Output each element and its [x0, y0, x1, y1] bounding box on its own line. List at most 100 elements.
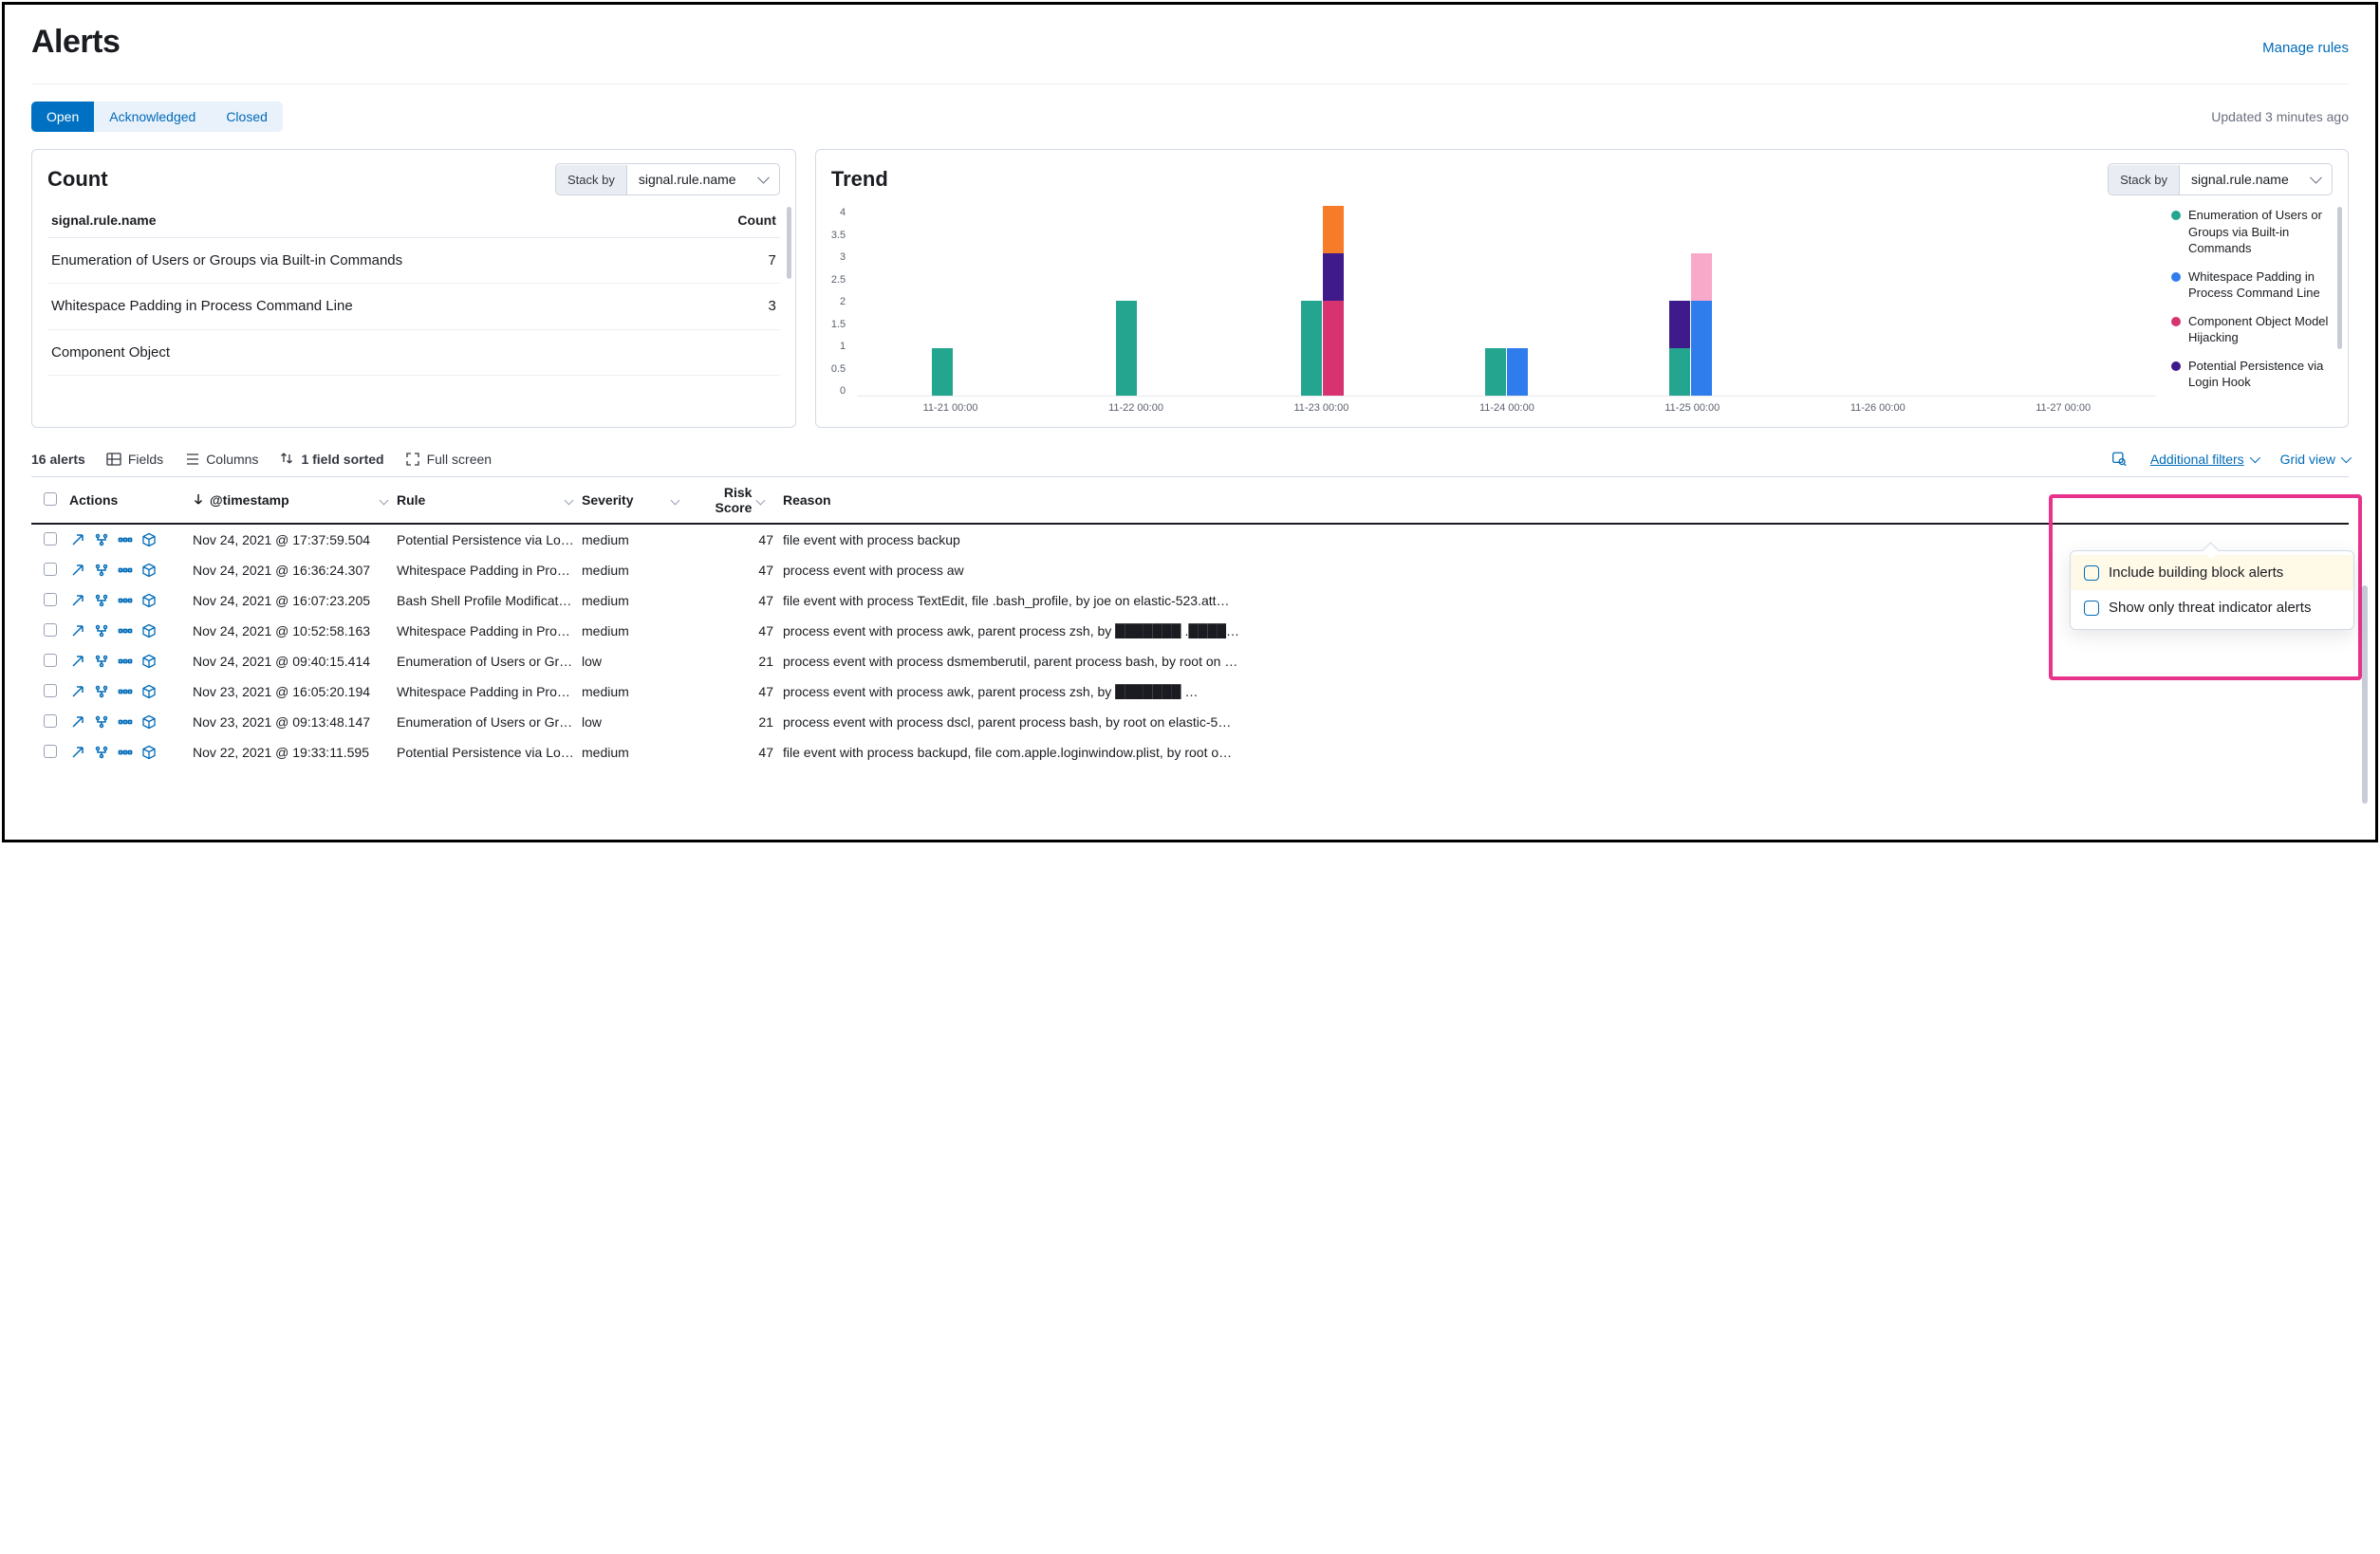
- count-col-count-header[interactable]: Count: [737, 213, 775, 228]
- inspect-icon[interactable]: [2111, 451, 2128, 467]
- cube-icon[interactable]: [140, 714, 157, 731]
- analyzer-icon[interactable]: [93, 593, 109, 609]
- popover-option-threat-indicator[interactable]: Show only threat indicator alerts: [2071, 590, 2353, 625]
- y-tick: 0.5: [831, 363, 846, 375]
- col-reason[interactable]: Reason: [783, 492, 831, 508]
- grid-view-button[interactable]: Grid view: [2280, 452, 2349, 467]
- analyzer-icon[interactable]: [93, 654, 109, 670]
- tab-acknowledged[interactable]: Acknowledged: [94, 102, 211, 132]
- legend-dot-icon: [2171, 317, 2181, 326]
- legend-dot-icon: [2171, 211, 2181, 220]
- tab-open[interactable]: Open: [31, 102, 94, 132]
- row-checkbox[interactable]: [44, 593, 57, 606]
- chevron-down-icon[interactable]: [671, 495, 680, 505]
- expand-icon[interactable]: [69, 654, 85, 670]
- expand-icon[interactable]: [69, 593, 85, 609]
- analyzer-icon[interactable]: [93, 563, 109, 579]
- count-col-name-header[interactable]: signal.rule.name: [51, 213, 156, 228]
- row-checkbox[interactable]: [44, 714, 57, 728]
- more-icon[interactable]: [117, 654, 133, 670]
- chevron-down-icon[interactable]: [565, 495, 574, 505]
- tab-closed[interactable]: Closed: [211, 102, 283, 132]
- expand-icon[interactable]: [69, 563, 85, 579]
- more-icon[interactable]: [117, 745, 133, 761]
- row-checkbox[interactable]: [44, 532, 57, 546]
- expand-icon[interactable]: [69, 623, 85, 639]
- expand-icon[interactable]: [69, 714, 85, 731]
- sorted-button[interactable]: 1 field sorted: [279, 451, 383, 467]
- more-icon[interactable]: [117, 593, 133, 609]
- legend-dot-icon: [2171, 361, 2181, 371]
- cell-rule: Enumeration of Users or Gr…: [397, 654, 582, 669]
- row-checkbox[interactable]: [44, 623, 57, 637]
- cell-timestamp: Nov 23, 2021 @ 09:13:48.147: [193, 714, 397, 730]
- row-checkbox[interactable]: [44, 563, 57, 576]
- x-tick: 11-25 00:00: [1664, 402, 1720, 414]
- bar-segment: [1669, 348, 1690, 396]
- cube-icon[interactable]: [140, 532, 157, 548]
- table-row: Nov 24, 2021 @ 10:52:58.163 Whitespace P…: [31, 616, 2349, 646]
- cell-severity: medium: [582, 623, 688, 638]
- table-row: Nov 24, 2021 @ 16:36:24.307 Whitespace P…: [31, 555, 2349, 585]
- count-stack-by-select[interactable]: Stack by signal.rule.name: [555, 163, 780, 195]
- grid-scrollbar[interactable]: [2362, 585, 2368, 804]
- chevron-down-icon: [2249, 452, 2259, 462]
- cube-icon[interactable]: [140, 623, 157, 639]
- count-scrollbar[interactable]: [787, 207, 791, 279]
- expand-icon[interactable]: [69, 745, 85, 761]
- fullscreen-button[interactable]: Full screen: [405, 451, 492, 467]
- row-checkbox[interactable]: [44, 654, 57, 667]
- checkbox-icon[interactable]: [2084, 601, 2099, 616]
- updated-text: Updated 3 minutes ago: [2211, 109, 2349, 124]
- page-title: Alerts: [31, 24, 120, 61]
- expand-icon[interactable]: [69, 532, 85, 548]
- more-icon[interactable]: [117, 684, 133, 700]
- col-timestamp[interactable]: @timestamp: [210, 492, 289, 508]
- checkbox-icon[interactable]: [2084, 565, 2099, 581]
- trend-legend: Enumeration of Users or Groups via Built…: [2171, 207, 2333, 414]
- columns-button[interactable]: Columns: [184, 451, 258, 467]
- legend-item[interactable]: Potential Persistence via Login Hook: [2171, 358, 2333, 391]
- cube-icon[interactable]: [140, 563, 157, 579]
- col-rule[interactable]: Rule: [397, 492, 425, 508]
- cube-icon[interactable]: [140, 684, 157, 700]
- chevron-down-icon[interactable]: [756, 495, 766, 505]
- trend-stack-by-select[interactable]: Stack by signal.rule.name: [2108, 163, 2333, 195]
- cube-icon[interactable]: [140, 654, 157, 670]
- expand-icon[interactable]: [69, 684, 85, 700]
- cube-icon[interactable]: [140, 593, 157, 609]
- legend-item[interactable]: Component Object Model Hijacking: [2171, 313, 2333, 346]
- additional-filters-button[interactable]: Additional filters: [2150, 452, 2258, 467]
- legend-scrollbar[interactable]: [2337, 207, 2342, 349]
- chevron-down-icon[interactable]: [380, 495, 389, 505]
- more-icon[interactable]: [117, 532, 133, 548]
- bar-segment: [1323, 253, 1344, 301]
- more-icon[interactable]: [117, 714, 133, 731]
- columns-icon: [184, 451, 200, 467]
- legend-item[interactable]: Whitespace Padding in Process Command Li…: [2171, 268, 2333, 302]
- popover-option-building-block[interactable]: Include building block alerts: [2071, 555, 2353, 590]
- analyzer-icon[interactable]: [93, 684, 109, 700]
- analyzer-icon[interactable]: [93, 623, 109, 639]
- trend-panel: Trend Stack by signal.rule.name 43.532.5…: [815, 149, 2349, 428]
- cube-icon[interactable]: [140, 745, 157, 761]
- trend-chart: 43.532.521.510.50 11-21 00:0011-22 00:00…: [831, 207, 2156, 414]
- col-severity[interactable]: Severity: [582, 492, 633, 508]
- legend-item[interactable]: Enumeration of Users or Groups via Built…: [2171, 207, 2333, 257]
- count-row[interactable]: Enumeration of Users or Groups via Built…: [47, 238, 780, 284]
- bar-segment: [1323, 206, 1344, 253]
- fields-button[interactable]: Fields: [106, 451, 163, 467]
- analyzer-icon[interactable]: [93, 745, 109, 761]
- row-checkbox[interactable]: [44, 745, 57, 758]
- select-all-checkbox[interactable]: [44, 492, 57, 506]
- more-icon[interactable]: [117, 563, 133, 579]
- col-risk[interactable]: Risk Score: [688, 485, 752, 515]
- count-row[interactable]: Component Object: [47, 330, 780, 376]
- analyzer-icon[interactable]: [93, 532, 109, 548]
- count-row[interactable]: Whitespace Padding in Process Command Li…: [47, 284, 780, 329]
- cell-rule: Whitespace Padding in Pro…: [397, 684, 582, 699]
- manage-rules-link[interactable]: Manage rules: [2262, 40, 2349, 56]
- more-icon[interactable]: [117, 623, 133, 639]
- analyzer-icon[interactable]: [93, 714, 109, 731]
- row-checkbox[interactable]: [44, 684, 57, 697]
